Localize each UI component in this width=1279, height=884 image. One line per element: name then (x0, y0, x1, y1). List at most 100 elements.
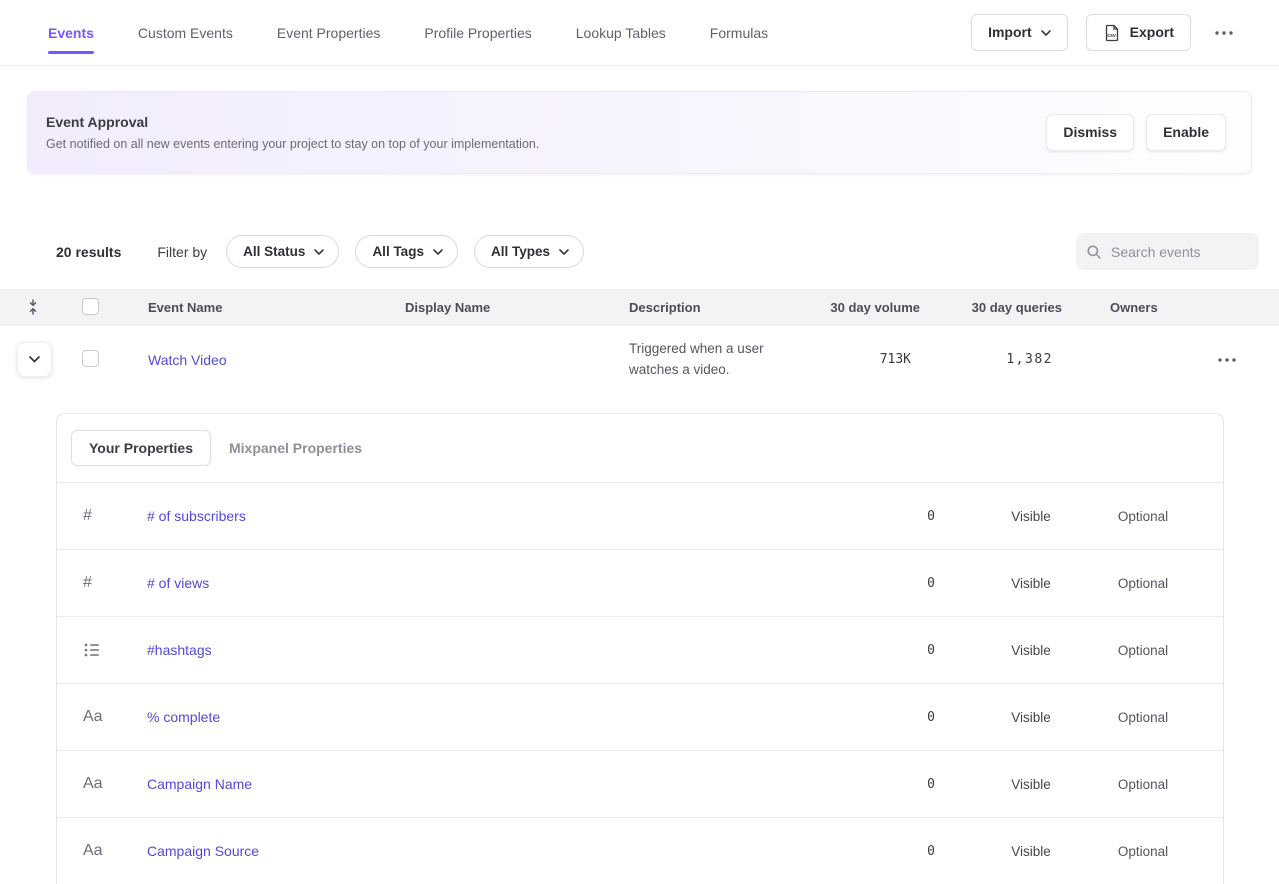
properties-tab[interactable]: Your Properties (71, 430, 211, 466)
search-icon (1086, 244, 1102, 260)
nav-tab[interactable]: Lookup Tables (576, 19, 666, 47)
nav-tab[interactable]: Custom Events (138, 19, 233, 47)
banner-text: Event Approval Get notified on all new e… (46, 114, 539, 151)
svg-text:csv: csv (1107, 33, 1116, 39)
event-description: Triggered when a user watches a video. (629, 339, 799, 381)
property-name-link[interactable]: #hashtags (147, 642, 212, 658)
property-count: 0 (855, 710, 975, 725)
properties-tab[interactable]: Mixpanel Properties (211, 430, 380, 466)
property-requirement: Optional (1087, 576, 1199, 591)
property-visibility: Visible (975, 777, 1087, 792)
collapse-all-cell (0, 297, 56, 318)
filter-dropdown[interactable]: All Status (226, 235, 339, 268)
banner-title: Event Approval (46, 114, 539, 130)
results-count: 20 results (56, 244, 121, 260)
filter-dropdown[interactable]: All Types (474, 235, 584, 268)
events-table: Event Name Display Name Description 30 d… (0, 289, 1279, 393)
filter-by-label: Filter by (157, 244, 207, 260)
collapse-row-button[interactable] (17, 342, 52, 377)
export-button-label: Export (1130, 23, 1174, 41)
nav-tabs: Events Custom Events Event Properties Pr… (48, 19, 768, 47)
import-button-label: Import (988, 23, 1032, 41)
event-row[interactable]: Watch Video Triggered when a user watche… (0, 326, 1279, 393)
nav-tab[interactable]: Events (48, 19, 94, 47)
search-input[interactable] (1111, 244, 1249, 260)
enable-button[interactable]: Enable (1146, 114, 1226, 150)
nav-tab[interactable]: Event Properties (277, 19, 381, 47)
property-row: Aa % complete 0 Visible Optional (57, 684, 1223, 751)
import-button[interactable]: Import (971, 14, 1068, 50)
property-type-icon: Aa (57, 842, 147, 860)
column-header-display-name[interactable]: Display Name (405, 300, 629, 315)
properties-tab-label: Mixpanel Properties (229, 440, 362, 456)
banner-description: Get notified on all new events entering … (46, 137, 539, 151)
property-row: #hashtags 0 Visible Optional (57, 617, 1223, 684)
chevron-down-icon (314, 249, 324, 255)
property-requirement: Optional (1087, 509, 1199, 524)
column-header-event-name[interactable]: Event Name (104, 300, 405, 315)
select-all-checkbox[interactable] (82, 298, 99, 315)
property-row: Aa Campaign Name 0 Visible Optional (57, 751, 1223, 818)
lexicon-page: Events Custom Events Event Properties Pr… (0, 0, 1279, 884)
column-header-volume[interactable]: 30 day volume (820, 300, 920, 315)
filter-dropdown-label: All Types (491, 244, 550, 259)
row-more-button[interactable] (1212, 352, 1242, 368)
property-visibility: Visible (975, 844, 1087, 859)
export-csv-icon: csv (1103, 24, 1121, 42)
property-name-link[interactable]: Campaign Source (147, 843, 259, 859)
property-requirement: Optional (1087, 844, 1199, 859)
nav-tab[interactable]: Formulas (710, 19, 768, 47)
column-header-description[interactable]: Description (629, 300, 820, 315)
property-name-link[interactable]: # of views (147, 575, 209, 591)
table-header: Event Name Display Name Description 30 d… (0, 289, 1279, 326)
filter-dropdown[interactable]: All Tags (355, 235, 458, 268)
chevron-down-icon (1041, 30, 1051, 36)
property-type-icon: Aa (57, 775, 147, 793)
chevron-down-icon (433, 249, 443, 255)
list-icon (83, 641, 101, 659)
row-checkbox[interactable] (82, 350, 99, 367)
property-requirement: Optional (1087, 643, 1199, 658)
property-row: # # of views 0 Visible Optional (57, 550, 1223, 617)
nav-tab-label: Event Properties (277, 25, 381, 41)
column-header-owners[interactable]: Owners (1062, 300, 1279, 315)
event-approval-banner: Event Approval Get notified on all new e… (27, 91, 1252, 174)
collapse-all-button[interactable] (24, 297, 42, 317)
event-queries: 1,382 (920, 352, 1062, 367)
export-button[interactable]: csv Export (1086, 14, 1191, 50)
property-row: # # of subscribers 0 Visible Optional (57, 483, 1223, 550)
property-count: 0 (855, 777, 975, 792)
event-volume: 713K (820, 352, 920, 367)
property-rows: # # of subscribers 0 Visible Optional # (57, 483, 1223, 884)
more-options-button[interactable] (1209, 25, 1239, 41)
property-visibility: Visible (975, 710, 1087, 725)
property-visibility: Visible (975, 643, 1087, 658)
collapse-all-icon (26, 299, 40, 315)
top-nav: Events Custom Events Event Properties Pr… (0, 0, 1279, 66)
dismiss-button[interactable]: Dismiss (1046, 114, 1134, 150)
nav-tab-label: Custom Events (138, 25, 233, 41)
property-count: 0 (855, 643, 975, 658)
search-box[interactable] (1076, 233, 1259, 270)
property-row: Aa Campaign Source 0 Visible Optional (57, 818, 1223, 884)
properties-panel: Your Properties Mixpanel Properties # (56, 413, 1224, 884)
property-name-link[interactable]: Campaign Name (147, 776, 252, 792)
property-count: 0 (855, 509, 975, 524)
event-name-link[interactable]: Watch Video (148, 352, 227, 368)
properties-tab-label: Your Properties (89, 440, 193, 456)
nav-tab-label: Events (48, 25, 94, 41)
property-name-link[interactable]: % complete (147, 709, 220, 725)
property-type-icon: # (57, 507, 147, 525)
column-header-queries[interactable]: 30 day queries (920, 300, 1062, 315)
properties-tabs: Your Properties Mixpanel Properties (57, 414, 1223, 483)
property-visibility: Visible (975, 509, 1087, 524)
nav-tab[interactable]: Profile Properties (424, 19, 531, 47)
property-name-link[interactable]: # of subscribers (147, 508, 246, 524)
property-count: 0 (855, 576, 975, 591)
banner-actions: Dismiss Enable (1046, 114, 1226, 150)
nav-tab-label: Profile Properties (424, 25, 531, 41)
property-type-icon: # (57, 574, 147, 592)
nav-actions: Import csv Export (971, 14, 1239, 50)
filter-dropdown-label: All Tags (372, 244, 424, 259)
more-horizontal-icon (1218, 358, 1236, 362)
